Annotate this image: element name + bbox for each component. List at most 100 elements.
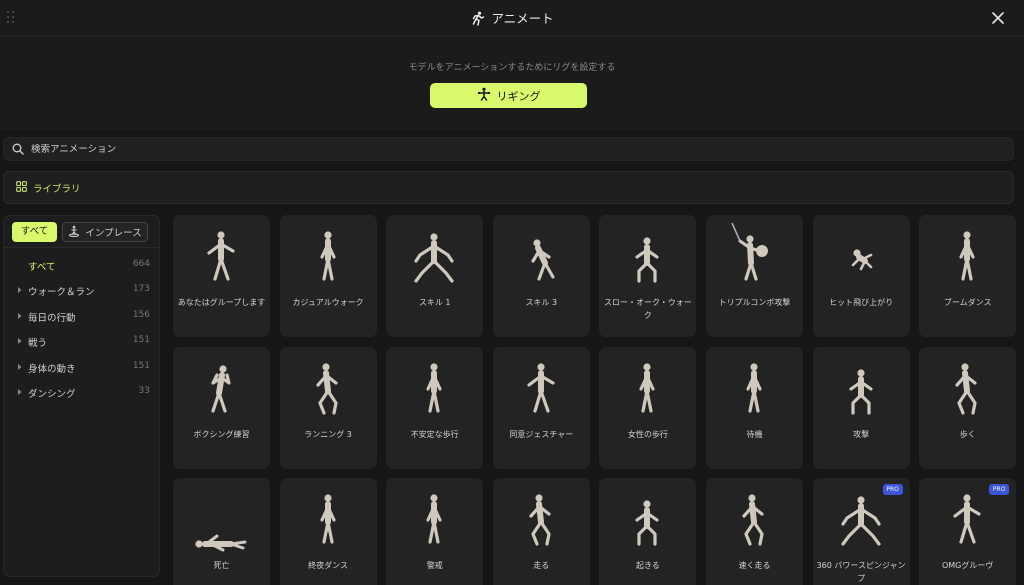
animation-card[interactable]: スキル 3 — [492, 215, 590, 337]
filter-all-button[interactable]: すべて — [12, 222, 57, 242]
animation-card[interactable]: トリプルコンボ攻撃 — [706, 215, 803, 337]
window-title: アニメート — [0, 8, 1024, 29]
animation-preview — [919, 215, 1016, 301]
animation-preview — [280, 478, 377, 564]
rigging-hint: モデルをアニメーションするためにリグを設定する — [408, 63, 616, 73]
sidebar-category-label: すべて — [28, 262, 56, 273]
sidebar-category-item[interactable]: ダンシング 33 — [4, 382, 159, 402]
sidebar-category-count: 33 — [138, 386, 150, 396]
animation-label: 女性の歩行 — [627, 429, 668, 439]
animation-label: 同意ジェスチャー — [509, 429, 574, 439]
animation-card[interactable]: 終夜ダンス — [279, 478, 377, 585]
sidebar-category-item[interactable]: 毎日の行動 156 — [4, 306, 159, 326]
animation-label: OMGグルーヴ — [941, 561, 994, 570]
animation-card[interactable]: 女性の歩行 — [599, 346, 697, 469]
animation-preview — [599, 478, 696, 564]
animation-preview — [173, 347, 270, 433]
caret-right-icon[interactable] — [16, 336, 24, 346]
animation-card[interactable]: ヒット飛び上がり — [812, 215, 910, 337]
pro-badge: PRO — [882, 484, 903, 495]
animation-label: 攻撃 — [853, 429, 870, 439]
caret-right-icon[interactable] — [16, 285, 24, 295]
animation-label: ボクシング練習 — [193, 429, 250, 439]
animation-label: ランニング 3 — [304, 429, 352, 439]
animation-preview — [386, 478, 483, 564]
library-tab[interactable]: ライブラリ — [3, 171, 1014, 204]
rig-figure-icon — [477, 87, 491, 104]
animation-label: スキル 3 — [525, 298, 558, 307]
search-input[interactable] — [31, 143, 931, 155]
caret-right-icon[interactable] — [16, 387, 24, 397]
animation-preview — [813, 215, 910, 301]
animation-card[interactable]: OMGグルーヴ PRO — [919, 478, 1017, 585]
sidebar-category-label: 戦う — [28, 338, 48, 350]
animation-card[interactable]: 警戒 — [386, 478, 484, 585]
animation-preview — [599, 215, 696, 301]
sidebar-divider — [4, 247, 159, 248]
pro-badge: PRO — [989, 484, 1010, 495]
animation-preview — [706, 478, 803, 564]
category-sidebar: すべて インプレース すべて 664 ウォーク＆ラン 173 毎日の行動 156 戦う 151… — [3, 215, 160, 577]
animation-preview — [706, 215, 803, 301]
rigging-button-label: リギング — [496, 89, 541, 103]
search-icon — [12, 140, 24, 159]
animation-preview — [599, 347, 696, 433]
filter-in-place-button[interactable]: インプレース — [62, 222, 148, 242]
animation-preview — [813, 347, 910, 433]
sidebar-category-item[interactable]: ウォーク＆ラン 173 — [4, 280, 159, 300]
window-title-text: アニメート — [491, 11, 554, 26]
figure-on-base-icon — [68, 225, 80, 240]
sidebar-category-item[interactable]: すべて 664 — [4, 255, 159, 275]
caret-right-icon[interactable] — [16, 311, 24, 321]
animation-card[interactable]: 起きる — [599, 478, 697, 585]
animation-label: ブームダンス — [943, 298, 992, 307]
animation-label: 終夜ダンス — [308, 561, 349, 570]
animation-label: 不安定な歩行 — [410, 429, 459, 439]
animation-card[interactable]: 歩く — [919, 346, 1017, 469]
animation-label: カジュアルウォーク — [292, 298, 364, 307]
animation-preview — [919, 347, 1016, 433]
animation-label: スロー・オーク・ウォーク — [603, 298, 692, 320]
animation-card[interactable]: あなたはグループします — [173, 215, 270, 337]
animation-card[interactable]: スロー・オーク・ウォーク — [599, 215, 697, 337]
animation-card[interactable]: 速く走る — [706, 478, 803, 585]
grid-icon — [16, 180, 27, 195]
animation-label: 起きる — [635, 561, 660, 570]
animation-preview — [493, 215, 590, 301]
sidebar-category-label: 身体の動き — [28, 363, 76, 375]
animation-grid: あなたはグループします カジュアルウォーク スキル 1 スキル 3 スロー・オーク・ウォ… — [165, 213, 1024, 585]
sidebar-category-label: 毎日の行動 — [28, 312, 76, 324]
sidebar-category-count: 151 — [132, 360, 150, 371]
animation-card[interactable]: ランニング 3 — [279, 346, 377, 469]
animation-preview — [280, 215, 377, 301]
close-icon[interactable] — [991, 10, 1005, 24]
title-bar: アニメート — [0, 0, 1024, 37]
animation-preview — [173, 215, 270, 301]
animation-label: 待機 — [746, 429, 763, 439]
animation-label: スキル 1 — [418, 298, 451, 307]
sidebar-category-item[interactable]: 戦う 151 — [4, 331, 159, 351]
animation-label: 速く走る — [738, 561, 771, 570]
animation-preview — [386, 215, 483, 301]
animation-label: 歩く — [959, 429, 976, 439]
animation-card[interactable]: 待機 — [706, 346, 803, 469]
sidebar-category-count: 156 — [132, 309, 150, 320]
animation-card[interactable]: 攻撃 — [812, 346, 910, 469]
sidebar-category-item[interactable]: 身体の動き 151 — [4, 357, 159, 377]
sidebar-category-label: ダンシング — [28, 389, 76, 400]
animation-card[interactable]: 360 パワースピンジャンプ PRO — [812, 478, 910, 585]
animation-label: 警戒 — [426, 561, 443, 570]
animation-card[interactable]: 同意ジェスチャー — [492, 346, 590, 469]
rigging-button[interactable]: リギング — [430, 83, 587, 108]
animation-label: あなたはグループします — [177, 298, 266, 307]
animation-card[interactable]: ブームダンス — [919, 215, 1017, 337]
animation-card[interactable]: 死亡 — [173, 478, 270, 585]
animation-card[interactable]: カジュアルウォーク — [279, 215, 377, 337]
animation-card[interactable]: 走る — [492, 478, 590, 585]
sidebar-category-count: 151 — [132, 335, 150, 346]
sidebar-category-count: 664 — [132, 259, 150, 269]
caret-right-icon[interactable] — [16, 362, 24, 372]
animation-card[interactable]: スキル 1 — [386, 215, 484, 337]
animation-card[interactable]: 不安定な歩行 — [386, 346, 484, 469]
animation-card[interactable]: ボクシング練習 — [173, 346, 270, 469]
